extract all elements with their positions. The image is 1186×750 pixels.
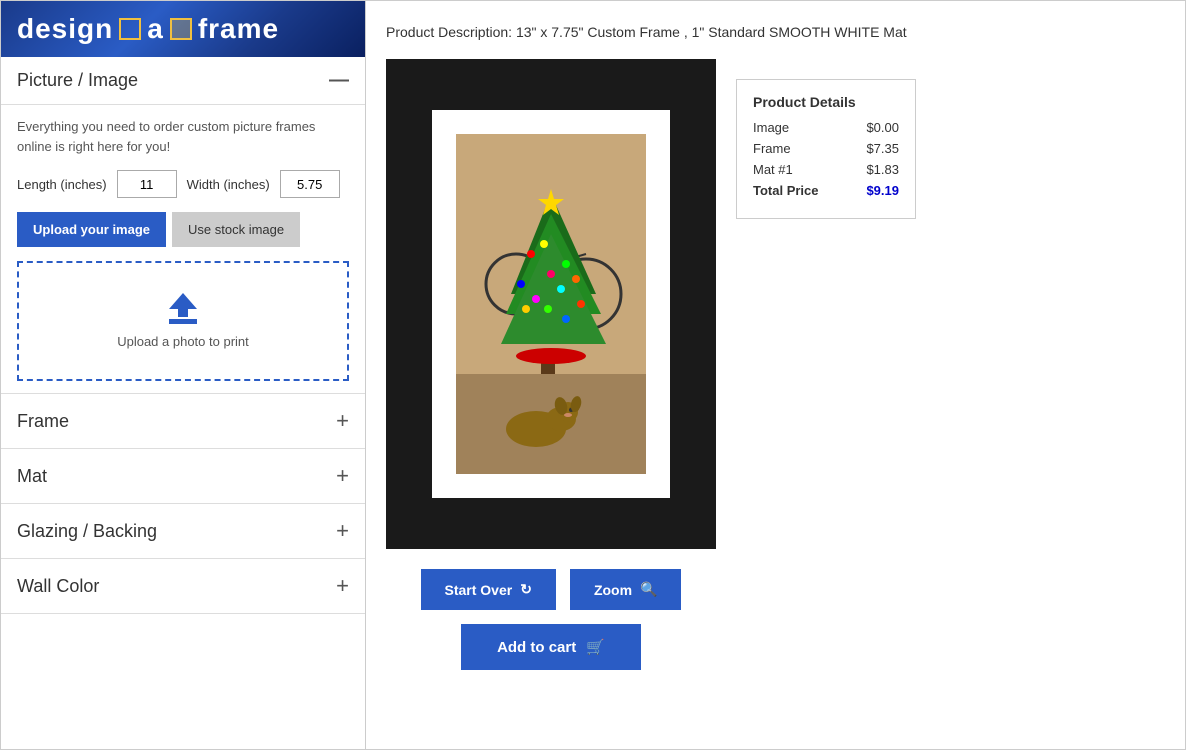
- frame-section-header[interactable]: Frame +: [1, 394, 365, 449]
- product-description-text: 13" x 7.75" Custom Frame , 1" Standard S…: [516, 24, 907, 40]
- picture-section-title: Picture / Image: [17, 70, 138, 91]
- collapse-icon: —: [329, 69, 349, 92]
- frame-label: Frame: [753, 141, 791, 156]
- wall-color-section-header[interactable]: Wall Color +: [1, 559, 365, 614]
- product-details-card: Product Details Image $0.00 Frame $7.35 …: [736, 79, 916, 219]
- mat-section-title: Mat: [17, 466, 47, 487]
- picture-section-header[interactable]: Picture / Image —: [1, 57, 365, 105]
- image-label: Image: [753, 120, 789, 135]
- detail-row-frame: Frame $7.35: [753, 141, 899, 156]
- mat-white: [432, 110, 670, 498]
- mat-price: $1.83: [866, 162, 899, 177]
- photo-svg: [456, 134, 646, 474]
- logo-connector: a: [147, 13, 164, 45]
- product-description-label: Product Description:: [386, 24, 512, 40]
- glazing-section-header[interactable]: Glazing / Backing +: [1, 504, 365, 559]
- main-content: Product Description: 13" x 7.75" Custom …: [366, 1, 1185, 749]
- add-to-cart-label: Add to cart: [497, 639, 576, 656]
- zoom-label: Zoom: [594, 582, 632, 598]
- mat-section-header[interactable]: Mat +: [1, 449, 365, 504]
- mat-label: Mat #1: [753, 162, 793, 177]
- preview-and-details: Start Over ↻ Zoom 🔍 Add to cart 🛒: [386, 59, 1165, 670]
- picture-section-content: Everything you need to order custom pict…: [1, 105, 365, 394]
- wall-color-section-title: Wall Color: [17, 576, 99, 597]
- zoom-button[interactable]: Zoom 🔍: [570, 569, 682, 610]
- upload-icon: [169, 293, 197, 324]
- length-input[interactable]: [117, 170, 177, 198]
- sidebar: design a frame Picture / Image — Everyth…: [1, 1, 366, 749]
- inner-photo: [456, 134, 646, 474]
- upload-image-button[interactable]: Upload your image: [17, 212, 166, 247]
- frame-preview: [386, 59, 716, 549]
- start-over-button[interactable]: Start Over ↻: [421, 569, 556, 610]
- product-description: Product Description: 13" x 7.75" Custom …: [386, 21, 986, 43]
- logo-text-design: design: [17, 13, 113, 45]
- image-buttons: Upload your image Use stock image: [17, 212, 349, 247]
- product-details-title: Product Details: [753, 94, 899, 110]
- refresh-icon: ↻: [520, 581, 532, 598]
- add-to-cart-row: Add to cart 🛒: [461, 624, 641, 670]
- width-input[interactable]: [280, 170, 340, 198]
- start-over-label: Start Over: [445, 582, 513, 598]
- stock-image-button[interactable]: Use stock image: [172, 212, 300, 247]
- logo-box-1: [119, 18, 141, 40]
- logo-box-2: [170, 18, 192, 40]
- frame-section-title: Frame: [17, 411, 69, 432]
- logo: design a frame: [17, 13, 279, 45]
- action-buttons: Start Over ↻ Zoom 🔍: [421, 569, 682, 610]
- detail-row-mat: Mat #1 $1.83: [753, 162, 899, 177]
- frame-plus-icon: +: [336, 408, 349, 434]
- logo-text-frame: frame: [198, 13, 279, 45]
- frame-price: $7.35: [866, 141, 899, 156]
- upload-drop-zone[interactable]: Upload a photo to print: [17, 261, 349, 381]
- detail-row-image: Image $0.00: [753, 120, 899, 135]
- cart-icon: 🛒: [586, 638, 605, 656]
- picture-description: Everything you need to order custom pict…: [17, 117, 349, 156]
- wall-color-plus-icon: +: [336, 573, 349, 599]
- glazing-section-title: Glazing / Backing: [17, 521, 157, 542]
- total-label: Total Price: [753, 183, 819, 198]
- upload-drop-label: Upload a photo to print: [117, 334, 249, 349]
- dimensions-row: Length (inches) Width (inches): [17, 170, 349, 198]
- zoom-icon: 🔍: [640, 581, 657, 598]
- total-price: $9.19: [866, 183, 899, 198]
- add-to-cart-button[interactable]: Add to cart 🛒: [461, 624, 641, 670]
- mat-plus-icon: +: [336, 463, 349, 489]
- length-label: Length (inches): [17, 177, 107, 192]
- image-price: $0.00: [866, 120, 899, 135]
- logo-bar: design a frame: [1, 1, 365, 57]
- glazing-plus-icon: +: [336, 518, 349, 544]
- width-label: Width (inches): [187, 177, 270, 192]
- detail-row-total: Total Price $9.19: [753, 183, 899, 198]
